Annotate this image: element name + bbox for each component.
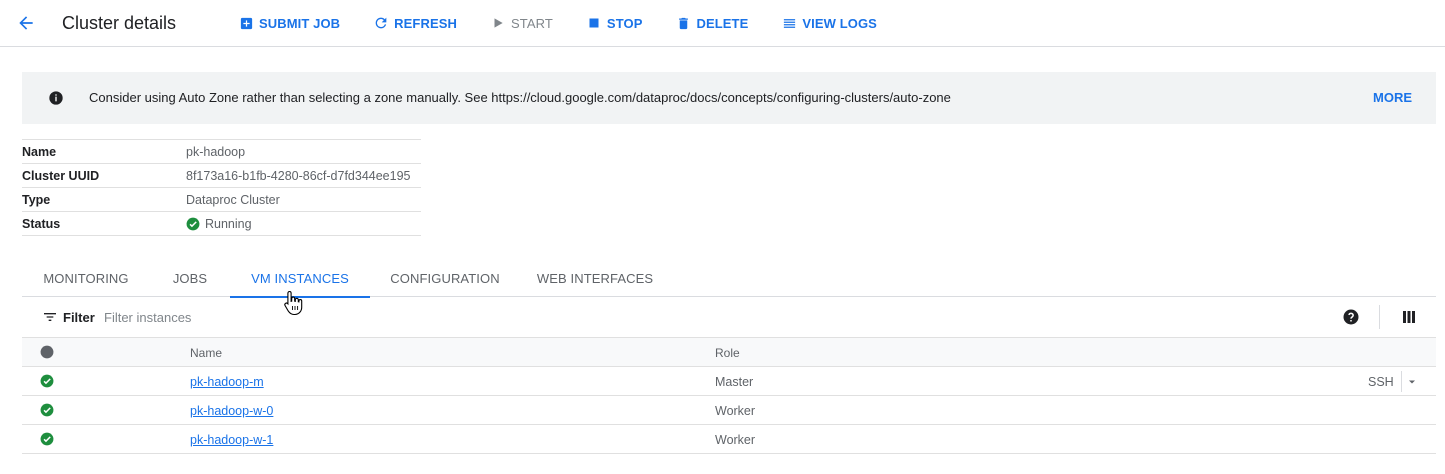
filter-label: Filter <box>63 309 95 325</box>
instance-name-cell: pk-hadoop-w-1 <box>190 432 273 448</box>
delete-label: DELETE <box>696 15 749 31</box>
instance-name-cell: pk-hadoop-w-0 <box>190 403 273 419</box>
vm-instances-table: Name Role pk-hadoop-m Master SSH pk-hado… <box>22 337 1436 454</box>
add-box-icon <box>238 15 254 31</box>
filter-list-icon <box>42 309 58 325</box>
delete-button[interactable]: DELETE <box>675 11 748 35</box>
page-header: Cluster details SUBMIT JOB REFRESH START… <box>0 0 1445 47</box>
action-toolbar: SUBMIT JOB REFRESH START STOP DELETE VIE… <box>238 0 910 46</box>
detail-key: Status <box>22 216 61 231</box>
tab-web-interfaces[interactable]: WEB INTERFACES <box>520 259 670 297</box>
help-icon[interactable] <box>1342 308 1360 326</box>
detail-row-uuid: Cluster UUID 8f173a16-b1fb-4280-86cf-d7f… <box>22 164 421 188</box>
column-display-icon[interactable] <box>1400 308 1418 326</box>
status-column-icon <box>40 345 54 359</box>
detail-row-type: Type Dataproc Cluster <box>22 188 421 212</box>
detail-key: Cluster UUID <box>22 168 100 183</box>
page-title: Cluster details <box>62 13 177 33</box>
detail-key: Name <box>22 144 57 159</box>
info-banner: Consider using Auto Zone rather than sel… <box>22 72 1436 124</box>
refresh-button[interactable]: REFRESH <box>373 11 457 35</box>
submit-job-label: SUBMIT JOB <box>259 15 341 31</box>
play-icon <box>490 15 506 31</box>
stop-label: STOP <box>606 15 643 31</box>
banner-more-button[interactable]: MORE <box>1373 90 1412 106</box>
check-circle-icon <box>186 217 200 230</box>
detail-value-status: Running <box>186 217 252 231</box>
detail-value: pk-hadoop <box>186 144 246 159</box>
instance-link[interactable]: pk-hadoop-m <box>190 375 264 389</box>
filter-input[interactable] <box>104 307 504 327</box>
refresh-label: REFRESH <box>394 15 457 31</box>
refresh-icon <box>373 15 389 31</box>
filter-bar: Filter <box>22 297 1436 337</box>
detail-row-name: Name pk-hadoop <box>22 140 421 164</box>
table-header: Name Role <box>22 337 1436 367</box>
check-circle-icon <box>40 374 54 388</box>
tab-monitoring[interactable]: MONITORING <box>22 259 150 297</box>
view-logs-button[interactable]: VIEW LOGS <box>781 11 877 35</box>
info-icon <box>49 91 63 105</box>
table-row: pk-hadoop-w-0 Worker <box>22 396 1436 425</box>
detail-value: 8f173a16-b1fb-4280-86cf-d7fd344ee195 <box>186 168 411 183</box>
column-header-name[interactable]: Name <box>190 345 222 361</box>
toolbar-divider <box>1379 305 1380 329</box>
detail-value: Dataproc Cluster <box>186 192 280 207</box>
back-button[interactable] <box>14 11 38 35</box>
start-label: START <box>511 15 553 31</box>
check-circle-icon <box>40 403 54 417</box>
tab-jobs[interactable]: JOBS <box>150 259 230 297</box>
trash-icon <box>675 15 691 31</box>
tab-vm-instances[interactable]: VM INSTANCES <box>230 259 370 298</box>
ssh-divider <box>1401 371 1402 392</box>
submit-job-button[interactable]: SUBMIT JOB <box>238 11 340 35</box>
instance-role: Master <box>715 375 754 389</box>
detail-key: Type <box>22 192 51 207</box>
ssh-button[interactable]: SSH <box>1368 374 1394 390</box>
banner-message: Consider using Auto Zone rather than sel… <box>89 90 951 105</box>
cluster-details-table: Name pk-hadoop Cluster UUID 8f173a16-b1f… <box>22 139 421 236</box>
status-text: Running <box>205 216 252 231</box>
check-circle-icon <box>40 432 54 446</box>
instance-role: Worker <box>715 404 756 418</box>
view-logs-label: VIEW LOGS <box>802 15 877 31</box>
tab-bar: MONITORING JOBS VM INSTANCES CONFIGURATI… <box>22 259 1436 298</box>
arrow-back-icon <box>19 16 33 30</box>
arrow-drop-down-icon[interactable] <box>1406 376 1418 388</box>
column-header-role[interactable]: Role <box>715 345 740 361</box>
instance-link[interactable]: pk-hadoop-w-1 <box>190 433 273 447</box>
stop-icon <box>586 15 602 31</box>
instance-link[interactable]: pk-hadoop-w-0 <box>190 404 273 418</box>
start-button[interactable]: START <box>490 11 553 35</box>
filter-button[interactable]: Filter <box>42 309 95 325</box>
list-icon <box>781 15 797 31</box>
table-row: pk-hadoop-w-1 Worker <box>22 425 1436 454</box>
instance-role: Worker <box>715 433 756 447</box>
detail-row-status: Status Running <box>22 212 421 236</box>
table-row: pk-hadoop-m Master SSH <box>22 367 1436 396</box>
instance-name-cell: pk-hadoop-m <box>190 374 264 390</box>
tab-configuration[interactable]: CONFIGURATION <box>370 259 520 297</box>
stop-button[interactable]: STOP <box>586 11 643 35</box>
